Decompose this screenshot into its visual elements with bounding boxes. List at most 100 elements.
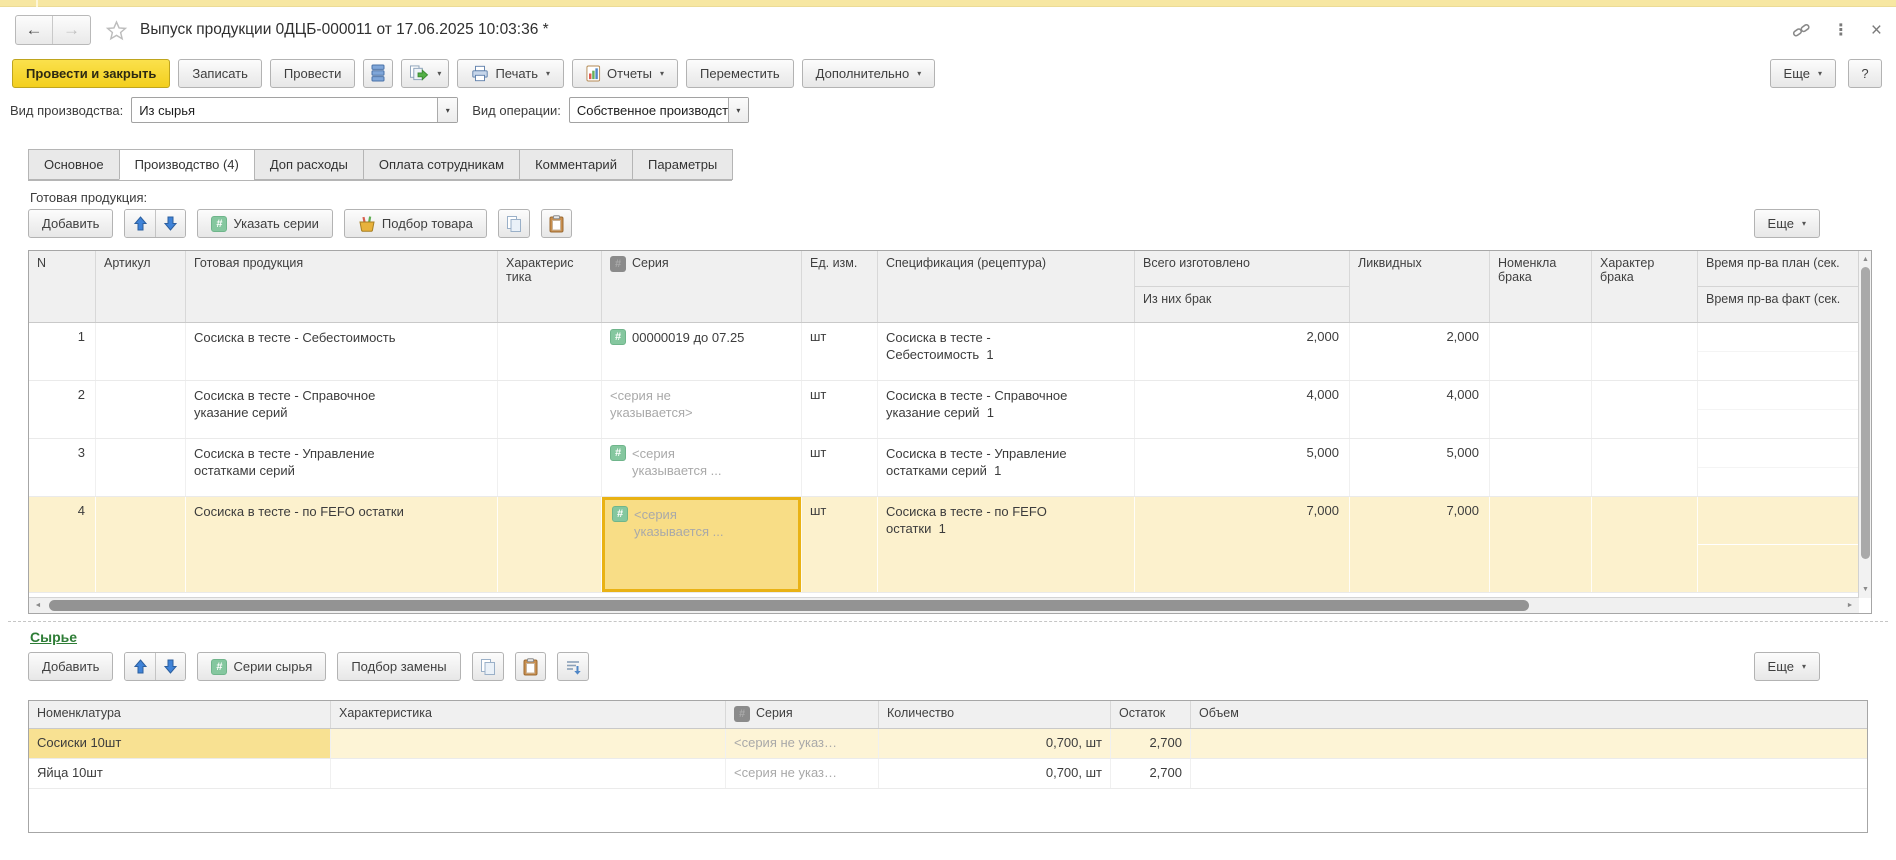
scroll-down-icon[interactable]: ▼ — [1859, 583, 1872, 596]
raw-copy-rows-button[interactable] — [472, 652, 504, 681]
col-header-volume[interactable]: Объем — [1191, 701, 1867, 728]
tab-production[interactable]: Производство (4) — [119, 149, 255, 180]
post-and-close-button[interactable]: Провести и закрыть — [12, 59, 170, 88]
col-header-liquid[interactable]: Ликвидных — [1350, 251, 1490, 322]
create-based-on-button[interactable]: ▾ — [401, 59, 449, 88]
cell-volume[interactable] — [1191, 729, 1867, 758]
cell-characteristic[interactable] — [498, 381, 602, 438]
cell-nomenclature[interactable]: Сосиски 10шт — [29, 729, 331, 758]
print-button[interactable]: Печать ▾ — [457, 59, 564, 88]
table-row-selected[interactable]: Сосиски 10шт <серия не указ… 0,700, шт 2… — [29, 729, 1867, 759]
forward-button[interactable]: → — [53, 16, 90, 44]
products-specify-series-button[interactable]: # Указать серии — [197, 209, 332, 238]
production-kind-select[interactable]: Из сырья ▾ — [131, 97, 458, 123]
products-row-up-button[interactable] — [125, 210, 155, 237]
col-header-series[interactable]: #Серия — [726, 701, 879, 728]
cell-defect-characteristic[interactable] — [1592, 323, 1698, 380]
cell-production-time[interactable] — [1698, 323, 1859, 380]
cell-total[interactable]: 4,000 — [1135, 381, 1350, 438]
scroll-right-icon[interactable]: ► — [1843, 598, 1857, 613]
cell-rest[interactable]: 2,700 — [1111, 759, 1191, 788]
tab-staff-payment[interactable]: Оплата сотрудникам — [363, 149, 520, 180]
cell-article[interactable] — [96, 497, 186, 592]
cell-n[interactable]: 4 — [29, 497, 96, 592]
cell-n[interactable]: 2 — [29, 381, 96, 438]
col-header-n[interactable]: N — [29, 251, 96, 322]
table-row[interactable]: 3 Сосиска в тесте - Управление остатками… — [29, 439, 1859, 497]
cell-series[interactable]: #00000019 до 07.25 — [602, 323, 802, 380]
cell-series-active[interactable]: #<серия указывается ... — [602, 497, 802, 592]
col-header-defect[interactable]: Из них брак — [1135, 287, 1349, 322]
raw-paste-rows-button[interactable] — [515, 652, 546, 681]
products-row-down-button[interactable] — [155, 210, 185, 237]
help-button[interactable]: ? — [1848, 59, 1882, 88]
products-paste-rows-button[interactable] — [541, 209, 572, 238]
col-header-quantity[interactable]: Количество — [879, 701, 1111, 728]
cell-production-time[interactable] — [1698, 381, 1859, 438]
cell-time-fact[interactable] — [1698, 352, 1859, 381]
combo-caret-icon[interactable]: ▾ — [728, 98, 748, 122]
cell-defect-characteristic[interactable] — [1592, 381, 1698, 438]
cell-total[interactable]: 7,000 — [1135, 497, 1350, 592]
cell-nomenclature[interactable]: Яйца 10шт — [29, 759, 331, 788]
cell-liquid[interactable]: 4,000 — [1350, 381, 1490, 438]
cell-characteristic[interactable] — [498, 439, 602, 496]
cell-time-fact[interactable] — [1698, 410, 1859, 439]
cell-liquid[interactable]: 2,000 — [1350, 323, 1490, 380]
cell-characteristic[interactable] — [331, 729, 726, 758]
cell-volume[interactable] — [1191, 759, 1867, 788]
cell-time-plan[interactable] — [1698, 497, 1859, 545]
col-header-total-defect[interactable]: Всего изготовлено Из них брак — [1135, 251, 1350, 322]
col-header-series[interactable]: #Серия — [602, 251, 802, 322]
col-header-unit[interactable]: Ед. изм. — [802, 251, 878, 322]
cell-unit[interactable]: шт — [802, 497, 878, 592]
col-header-characteristic[interactable]: Характеристика — [498, 251, 602, 322]
products-pick-goods-button[interactable]: Подбор товара — [344, 209, 487, 238]
operation-kind-select[interactable]: Собственное производст ▾ — [569, 97, 749, 123]
cell-spec[interactable]: Сосиска в тесте - Себестоимость 1 — [878, 323, 1135, 380]
cell-spec[interactable]: Сосиска в тесте - Управление остатками с… — [878, 439, 1135, 496]
save-button[interactable]: Записать — [178, 59, 262, 88]
horizontal-scrollbar[interactable]: ◄ ► — [29, 597, 1859, 613]
raw-row-up-button[interactable] — [125, 653, 155, 680]
table-row[interactable]: Яйца 10шт <серия не указ… 0,700, шт 2,70… — [29, 759, 1867, 789]
cell-quantity[interactable]: 0,700, шт — [879, 729, 1111, 758]
raw-pick-replacement-button[interactable]: Подбор замены — [337, 652, 460, 681]
cell-time-fact[interactable] — [1698, 545, 1859, 593]
table-row-selected[interactable]: 4 Сосиска в тесте - по FEFO остатки #<се… — [29, 497, 1859, 593]
cell-total[interactable]: 2,000 — [1135, 323, 1350, 380]
copy-link-button[interactable] — [1792, 21, 1811, 40]
cell-article[interactable] — [96, 323, 186, 380]
reports-button[interactable]: Отчеты ▾ — [572, 59, 678, 88]
cell-defect-characteristic[interactable] — [1592, 439, 1698, 496]
cell-spec[interactable]: Сосиска в тесте - Справочное указание се… — [878, 381, 1135, 438]
vertical-scrollbar-thumb[interactable] — [1861, 267, 1870, 559]
col-header-total[interactable]: Всего изготовлено — [1135, 251, 1349, 287]
horizontal-scrollbar-thumb[interactable] — [49, 600, 1529, 611]
col-header-spec[interactable]: Спецификация (рецептура) — [878, 251, 1135, 322]
back-button[interactable]: ← — [16, 16, 53, 44]
cell-spec[interactable]: Сосиска в тесте - по FEFO остатки 1 — [878, 497, 1135, 592]
cell-unit[interactable]: шт — [802, 381, 878, 438]
col-header-nomenclature[interactable]: Номенклатура — [29, 701, 331, 728]
window-menu-button[interactable]: ⋮ — [1833, 20, 1849, 40]
products-copy-rows-button[interactable] — [498, 209, 530, 238]
raw-fill-series-button[interactable] — [557, 652, 589, 681]
cell-time-plan[interactable] — [1698, 381, 1859, 410]
close-button[interactable]: × — [1871, 21, 1882, 40]
additional-button[interactable]: Дополнительно ▾ — [802, 59, 936, 88]
raw-section-link[interactable]: Сырье — [30, 629, 77, 645]
scroll-up-icon[interactable]: ▲ — [1859, 253, 1872, 266]
cell-article[interactable] — [96, 381, 186, 438]
cell-time-plan[interactable] — [1698, 439, 1859, 468]
cell-defect-nomenclature[interactable] — [1490, 497, 1592, 592]
cell-unit[interactable]: шт — [802, 323, 878, 380]
col-header-time-fact[interactable]: Время пр-ва факт (сек. — [1698, 287, 1859, 322]
cell-production-time[interactable] — [1698, 497, 1859, 592]
table-row[interactable]: 1 Сосиска в тесте - Себестоимость #00000… — [29, 323, 1859, 381]
cell-production-time[interactable] — [1698, 439, 1859, 496]
raw-add-button[interactable]: Добавить — [28, 652, 113, 681]
raw-more-button[interactable]: Еще ▾ — [1754, 652, 1820, 681]
cell-quantity[interactable]: 0,700, шт — [879, 759, 1111, 788]
cell-product[interactable]: Сосиска в тесте - Справочное указание се… — [186, 381, 498, 438]
